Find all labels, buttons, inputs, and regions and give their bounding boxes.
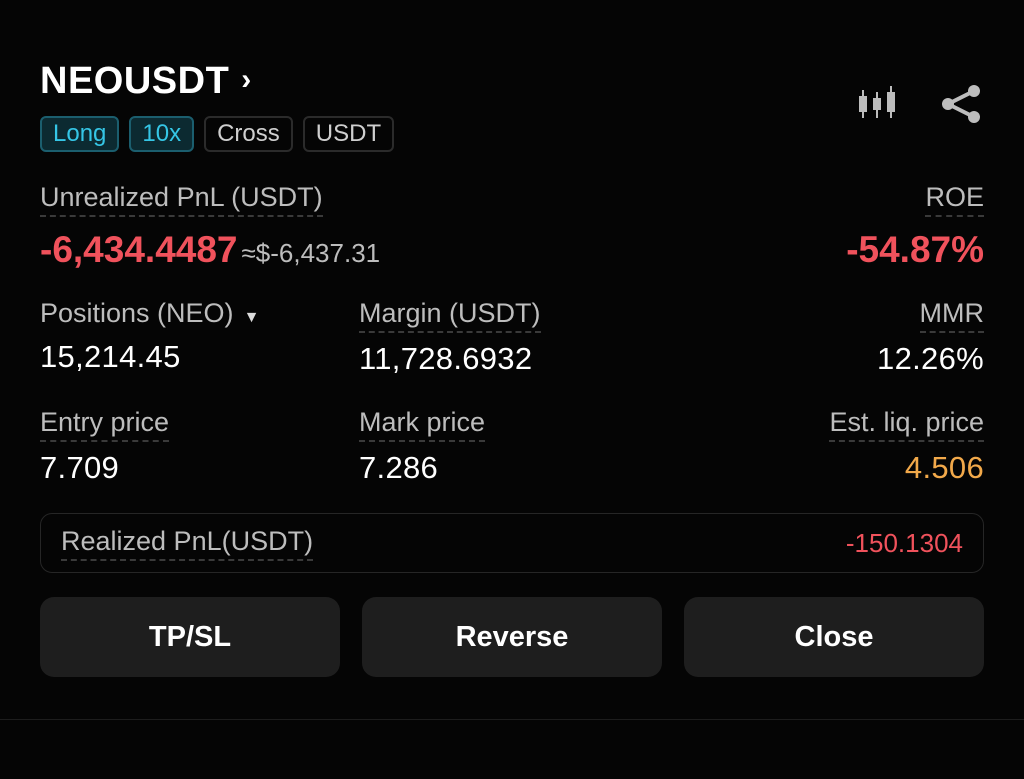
mmr-label[interactable]: MMR bbox=[919, 298, 984, 333]
positions-block: Positions (NEO) ▼ 15,214.45 bbox=[40, 298, 259, 375]
margin-label[interactable]: Margin (USDT) bbox=[359, 298, 541, 333]
realized-pnl-value: -150.1304 bbox=[845, 527, 963, 558]
entry-price-block: Entry price 7.709 bbox=[40, 407, 170, 486]
share-icon[interactable] bbox=[940, 84, 982, 124]
candlestick-chart-icon[interactable] bbox=[856, 84, 898, 124]
action-buttons: TP/SL Reverse Close bbox=[40, 597, 984, 677]
caret-down-icon: ▼ bbox=[243, 308, 260, 326]
mark-price-value: 7.286 bbox=[359, 450, 439, 485]
unrealized-pnl-approx: ≈$-6,437.31 bbox=[241, 238, 381, 268]
position-tags: Long 10x Cross USDT bbox=[40, 116, 984, 152]
positions-label: Positions (NEO) bbox=[40, 298, 234, 328]
reverse-button[interactable]: Reverse bbox=[362, 597, 662, 677]
position-header: NEOUSDT › Long 10x Cross USDT bbox=[40, 60, 984, 160]
mmr-value: 12.26% bbox=[877, 341, 984, 376]
entry-price-value: 7.709 bbox=[40, 450, 120, 485]
liq-price-block: Est. liq. price 4.506 bbox=[829, 407, 984, 486]
entry-price-label[interactable]: Entry price bbox=[40, 407, 170, 442]
margin-block: Margin (USDT) 11,728.6932 bbox=[359, 298, 541, 377]
liq-price-label[interactable]: Est. liq. price bbox=[829, 407, 984, 442]
unrealized-pnl-block: Unrealized PnL (USDT) -6,434.4487 ≈$-6,4… bbox=[40, 182, 380, 271]
pnl-section: Unrealized PnL (USDT) -6,434.4487 ≈$-6,4… bbox=[40, 182, 984, 272]
stats-row-2: Entry price 7.709 Mark price 7.286 Est. … bbox=[40, 407, 984, 487]
chevron-right-icon: › bbox=[241, 62, 252, 96]
margin-mode-tag[interactable]: Cross bbox=[204, 116, 293, 152]
side-tag: Long bbox=[40, 116, 120, 152]
mark-price-label[interactable]: Mark price bbox=[359, 407, 486, 442]
roe-block: ROE -54.87% bbox=[846, 182, 984, 271]
stats-row-1: Positions (NEO) ▼ 15,214.45 Margin (USDT)… bbox=[40, 298, 984, 378]
tpsl-button[interactable]: TP/SL bbox=[40, 597, 340, 677]
symbol-link[interactable]: NEOUSDT › bbox=[40, 60, 984, 103]
symbol-title: NEOUSDT bbox=[40, 60, 230, 102]
realized-pnl-label[interactable]: Realized PnL(USDT) bbox=[61, 526, 314, 561]
roe-value: -54.87% bbox=[846, 229, 984, 270]
header-actions bbox=[856, 84, 982, 124]
bottom-divider bbox=[0, 719, 1024, 720]
liq-price-value: 4.506 bbox=[904, 450, 984, 485]
close-button[interactable]: Close bbox=[684, 597, 984, 677]
mark-price-block: Mark price 7.286 bbox=[359, 407, 486, 486]
positions-dropdown[interactable]: Positions (NEO) ▼ bbox=[40, 298, 260, 328]
leverage-tag[interactable]: 10x bbox=[129, 116, 195, 152]
settle-currency-tag: USDT bbox=[302, 116, 395, 152]
unrealized-pnl-value: -6,434.4487 bbox=[40, 229, 238, 270]
roe-label[interactable]: ROE bbox=[925, 182, 984, 217]
margin-value: 11,728.6932 bbox=[359, 341, 533, 376]
unrealized-pnl-label[interactable]: Unrealized PnL (USDT) bbox=[40, 182, 323, 217]
positions-value: 15,214.45 bbox=[40, 339, 181, 374]
realized-pnl-box: Realized PnL(USDT) -150.1304 bbox=[40, 513, 984, 573]
mmr-block: MMR 12.26% bbox=[877, 298, 984, 377]
